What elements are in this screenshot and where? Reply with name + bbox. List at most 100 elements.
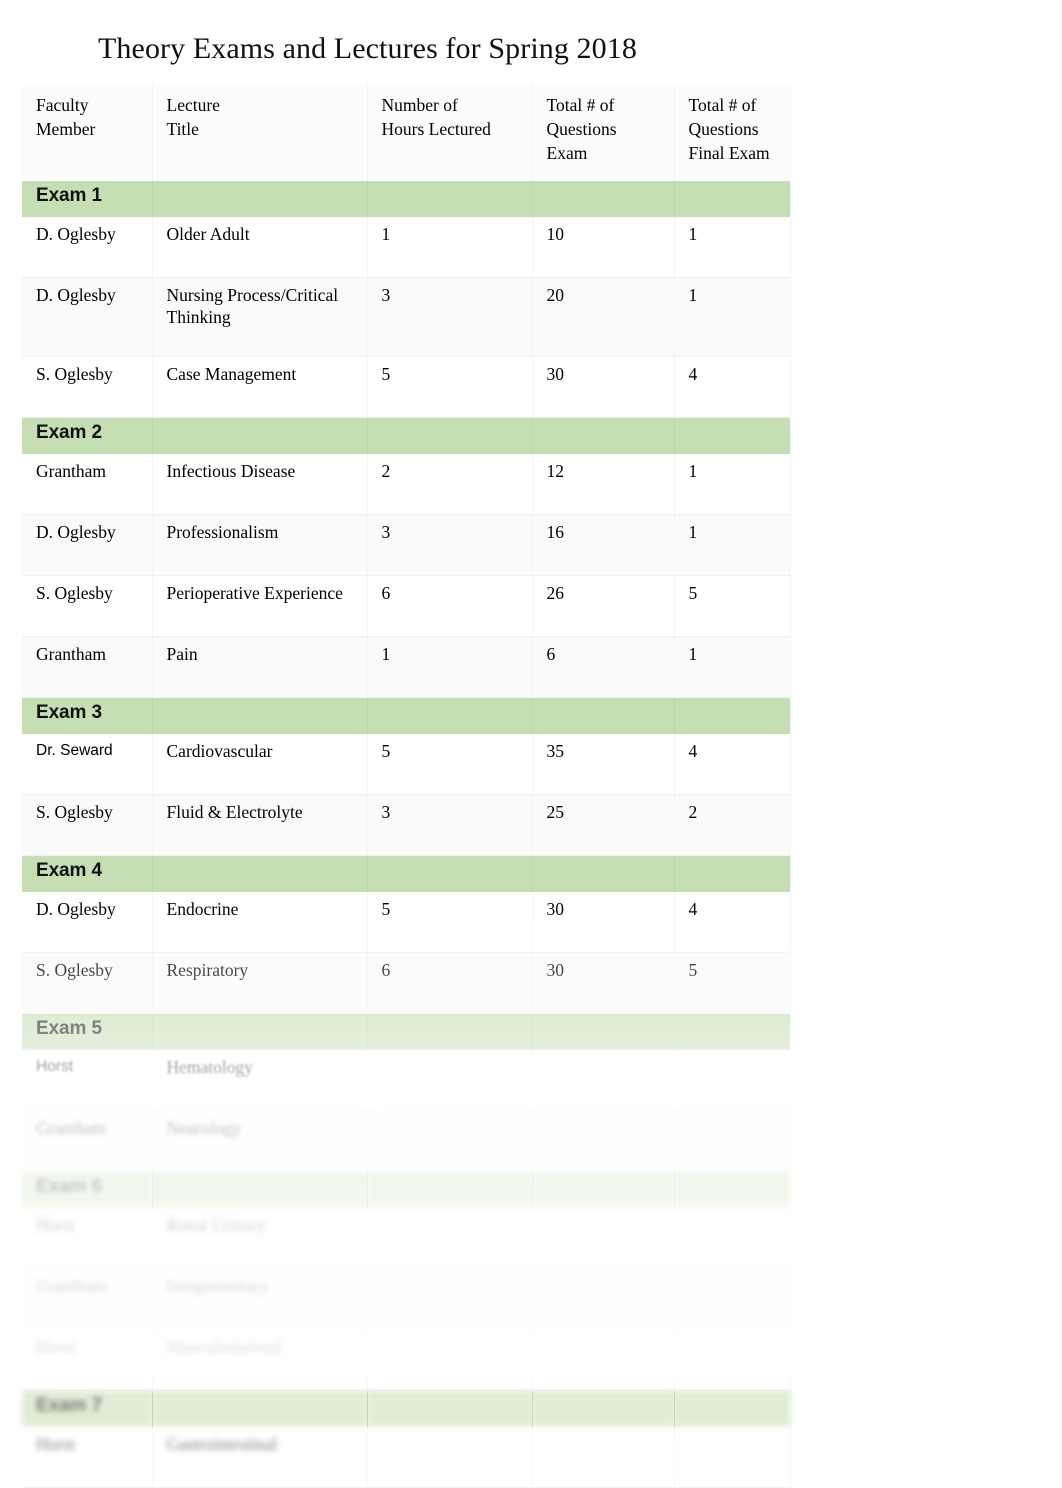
cell-questions-final: [674, 1050, 791, 1112]
section-spacer: [367, 417, 533, 455]
cell-questions-exam: 12: [532, 454, 675, 516]
column-header-questions-exam-line2: Questions: [546, 119, 617, 140]
section-header-row: Exam 1: [22, 181, 791, 218]
cell-lecture: Perioperative Experience: [152, 575, 368, 638]
cell-hours: 1: [367, 217, 533, 279]
cell-faculty: Grantham: [22, 636, 153, 699]
cell-questions-final: 1: [674, 277, 791, 358]
table-row: D. Oglesby Endocrine 5 30 4: [22, 892, 791, 954]
cell-faculty: Grantham: [22, 1110, 153, 1173]
cell-questions-exam: [532, 1268, 675, 1331]
schedule-table: Faculty Member Lecture Title Number of H…: [22, 84, 791, 1488]
cell-hours: 5: [367, 356, 533, 419]
column-header-questions-final-line3: Final Exam: [688, 143, 770, 164]
column-header-lecture-line1: Lecture: [166, 95, 220, 115]
cell-hours: [367, 1427, 533, 1488]
column-header-questions-exam-line1: Total # of: [546, 95, 615, 115]
section-header-row: Exam 7: [22, 1390, 791, 1428]
cell-questions-exam: [532, 1208, 675, 1270]
section-label: Exam 3: [22, 697, 153, 735]
cell-lecture: Endocrine: [152, 892, 368, 954]
cell-faculty: Horst: [22, 1427, 153, 1488]
section-spacer: [532, 697, 675, 735]
section-label: Exam 4: [22, 855, 153, 893]
cell-faculty: D. Oglesby: [22, 217, 153, 279]
cell-questions-exam: 16: [532, 514, 675, 577]
cell-questions-exam: [532, 1427, 675, 1488]
cell-faculty: D. Oglesby: [22, 514, 153, 577]
cell-faculty: S. Oglesby: [22, 952, 153, 1015]
cell-lecture: Integumentary: [152, 1268, 368, 1331]
section-spacer: [532, 1013, 675, 1051]
table-row: S. Oglesby Case Management 5 30 4: [22, 356, 791, 419]
section-header-row: Exam 2: [22, 417, 791, 455]
cell-lecture: Cardiovascular: [152, 734, 368, 796]
cell-hours: 3: [367, 277, 533, 358]
section-spacer: [152, 1171, 368, 1209]
column-header-questions-final-line2: Questions: [688, 119, 759, 140]
column-header-faculty-line1: Faculty: [36, 95, 89, 115]
column-header-questions-final: Total # of Questions Final Exam: [674, 84, 791, 182]
table-row: Grantham Integumentary: [22, 1268, 791, 1331]
column-header-lecture-line2: Title: [166, 119, 199, 140]
cell-hours: [367, 1208, 533, 1270]
cell-lecture: Infectious Disease: [152, 454, 368, 516]
section-header-row: Exam 3: [22, 697, 791, 735]
section-label: Exam 6: [22, 1171, 153, 1209]
table-row: Horst Renal Urinary: [22, 1208, 791, 1270]
section-spacer: [367, 697, 533, 735]
cell-questions-exam: 30: [532, 356, 675, 419]
cell-questions-final: [674, 1427, 791, 1488]
cell-faculty: S. Oglesby: [22, 575, 153, 638]
cell-faculty: Horst: [22, 1329, 153, 1392]
section-spacer: [674, 1171, 791, 1209]
cell-hours: [367, 1110, 533, 1173]
table-row: D. Oglesby Older Adult 1 10 1: [22, 217, 791, 279]
cell-questions-final: 1: [674, 454, 791, 516]
section-spacer: [674, 855, 791, 893]
section-spacer: [674, 1390, 791, 1428]
table-row: S. Oglesby Respiratory 6 30 5: [22, 952, 791, 1015]
column-header-questions-final-line1: Total # of: [688, 95, 757, 115]
section-spacer: [367, 1013, 533, 1051]
cell-faculty: S. Oglesby: [22, 794, 153, 857]
section-header-row: Exam 5: [22, 1013, 791, 1051]
section-spacer: [532, 1171, 675, 1209]
section-header-row: Exam 4: [22, 855, 791, 893]
section-label: Exam 1: [22, 181, 153, 218]
section-label: Exam 2: [22, 417, 153, 455]
cell-questions-final: 1: [674, 636, 791, 699]
column-header-hours: Number of Hours Lectured: [367, 84, 533, 182]
cell-lecture: Neurology: [152, 1110, 368, 1173]
cell-hours: [367, 1050, 533, 1112]
cell-questions-exam: [532, 1110, 675, 1173]
table-header-row: Faculty Member Lecture Title Number of H…: [22, 84, 791, 182]
cell-questions-final: [674, 1268, 791, 1331]
cell-questions-final: [674, 1329, 791, 1392]
cell-questions-exam: 25: [532, 794, 675, 857]
cell-lecture: Respiratory: [152, 952, 368, 1015]
section-spacer: [674, 181, 791, 218]
section-spacer: [367, 181, 533, 218]
column-header-hours-line1: Number of: [381, 95, 458, 115]
section-spacer: [152, 1013, 368, 1051]
table-row: Grantham Pain 1 6 1: [22, 636, 791, 699]
section-spacer: [367, 1390, 533, 1428]
cell-questions-exam: 26: [532, 575, 675, 638]
cell-hours: 2: [367, 454, 533, 516]
cell-faculty: Grantham: [22, 454, 153, 516]
cell-questions-exam: 10: [532, 217, 675, 279]
cell-faculty: Grantham: [22, 1268, 153, 1331]
cell-questions-exam: 30: [532, 892, 675, 954]
column-header-hours-line2: Hours Lectured: [381, 119, 491, 140]
cell-lecture: Renal Urinary: [152, 1208, 368, 1270]
column-header-questions-exam-line3: Exam: [546, 143, 588, 164]
cell-hours: 5: [367, 892, 533, 954]
cell-lecture: Musculoskeletal: [152, 1329, 368, 1392]
section-spacer: [152, 697, 368, 735]
section-spacer: [532, 417, 675, 455]
section-label: Exam 7: [22, 1390, 153, 1428]
cell-questions-final: 5: [674, 952, 791, 1015]
cell-lecture: Hematology: [152, 1050, 368, 1112]
section-label: Exam 5: [22, 1013, 153, 1051]
